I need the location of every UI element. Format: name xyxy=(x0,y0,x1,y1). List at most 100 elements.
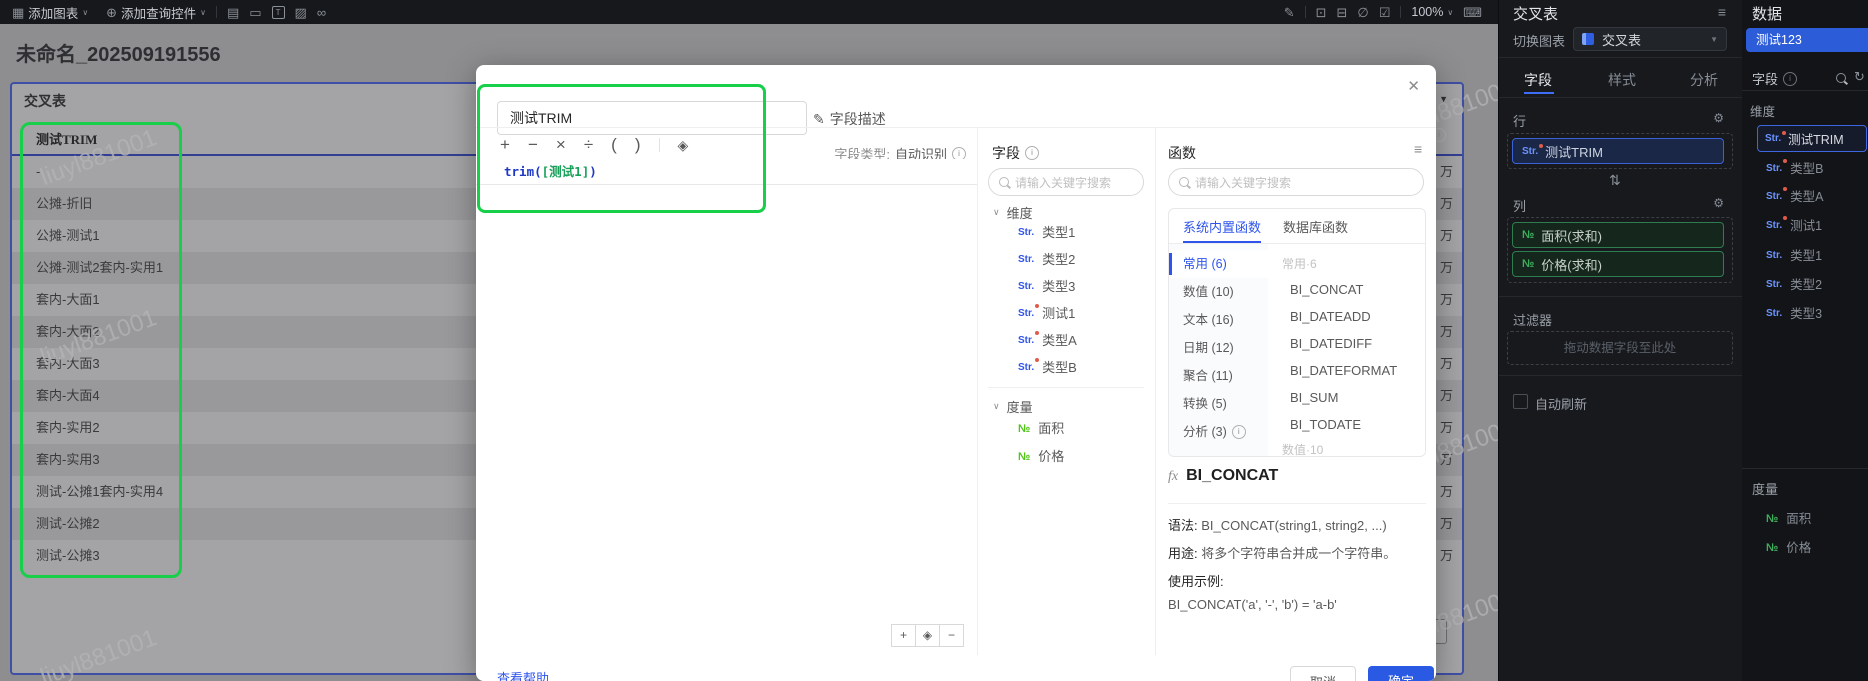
column-field-chip[interactable]: № 面积(求和) xyxy=(1512,222,1724,248)
field-item[interactable]: Str. 类型1 xyxy=(1018,225,1075,241)
formula-editor-line[interactable]: trim([测试1]) xyxy=(476,159,977,185)
formula-field-token: [测试1] xyxy=(541,164,590,179)
function-item[interactable]: BI_SUM xyxy=(1268,384,1425,411)
data-field-item[interactable]: Str. 类型B xyxy=(1766,159,1823,177)
column-field-chip[interactable]: № 价格(求和) xyxy=(1512,251,1724,277)
gear-icon[interactable]: ⚙ xyxy=(1713,111,1724,125)
chart-type-select[interactable]: 交叉表 ▼ xyxy=(1573,27,1727,51)
zoom-out-button[interactable]: − xyxy=(939,624,964,647)
calculated-string-icon: Str. xyxy=(1766,187,1788,205)
category-date[interactable]: 日期 (12) xyxy=(1169,334,1268,362)
theme-icon[interactable]: ⊟ xyxy=(1337,6,1348,19)
close-icon[interactable]: ✕ xyxy=(1407,77,1420,95)
info-icon: i xyxy=(1231,425,1246,439)
confirm-button[interactable]: 确定 xyxy=(1368,666,1434,681)
keyboard-icon[interactable]: ⌨ xyxy=(1463,6,1482,19)
field-item[interactable]: № 面积 xyxy=(1018,421,1064,437)
row-value-suffix: 万 xyxy=(1439,292,1453,307)
data-field-item[interactable]: Str. 类型A xyxy=(1766,187,1823,205)
category-convert[interactable]: 转换 (5) xyxy=(1169,390,1268,418)
category-numeric[interactable]: 数值 (10) xyxy=(1169,278,1268,306)
gear-icon[interactable]: ⚙ xyxy=(1713,196,1724,210)
cancel-button[interactable]: 取消 xyxy=(1290,666,1356,681)
add-query-control-button[interactable]: ⊕ 添加查询控件 ∨ xyxy=(106,3,206,22)
function-item[interactable]: BI_DATEADD xyxy=(1268,303,1425,330)
tab-database-functions[interactable]: 数据库函数 xyxy=(1283,217,1348,236)
usage-value: 将多个字符串合并成一个字符串。 xyxy=(1201,546,1397,561)
category-analysis[interactable]: 分析 (3) i xyxy=(1169,418,1268,446)
row-field-chip[interactable]: Str. 测试TRIM xyxy=(1512,138,1724,164)
text-icon[interactable]: T xyxy=(271,5,285,19)
open-paren-button[interactable]: ( xyxy=(611,135,617,155)
dimension-group-toggle[interactable]: ∨ 维度 xyxy=(993,203,1033,222)
multiply-operator-button[interactable]: × xyxy=(556,135,566,155)
category-text[interactable]: 文本 (16) xyxy=(1169,306,1268,334)
field-item[interactable]: Str. 类型2 xyxy=(1018,252,1075,268)
usage-label: 用途: xyxy=(1168,546,1198,561)
data-field-item[interactable]: Str. 测试1 xyxy=(1766,216,1823,234)
divider xyxy=(988,387,1144,388)
dataset-item-selected[interactable]: 测试123 xyxy=(1746,28,1868,52)
insert-table-icon[interactable]: ▤ xyxy=(227,6,239,19)
tab-analysis[interactable]: 分析 xyxy=(1690,70,1718,90)
container-icon[interactable]: ▭ xyxy=(249,6,261,19)
category-aggregate[interactable]: 聚合 (11) xyxy=(1169,362,1268,390)
search-icon xyxy=(999,177,1009,187)
calculated-field-dialog: ✕ ✎ 字段描述 + − × ÷ ( ) ◈ 字段类型: 自动识别 i trim… xyxy=(476,65,1436,681)
function-item[interactable]: BI_DATEDIFF xyxy=(1268,330,1425,357)
function-list-menu-icon[interactable]: ≡ xyxy=(1414,141,1422,157)
row-label: 套内-实用3 xyxy=(36,452,100,467)
tab-style[interactable]: 样式 xyxy=(1608,70,1636,90)
function-tabs: 系统内置函数 数据库函数 xyxy=(1169,209,1425,244)
checkbox-icon[interactable]: ☑ xyxy=(1379,6,1391,19)
tab-builtin-functions[interactable]: 系统内置函数 xyxy=(1183,217,1261,236)
collapse-panel-icon[interactable]: ≡ xyxy=(1718,4,1726,20)
data-field-item[interactable]: Str. 类型1 xyxy=(1766,248,1822,264)
data-panel: 数据 测试123 字段 i ↻ 维度 Str. 测试TRIM Str. 类型B S… xyxy=(1742,0,1868,681)
data-field-item[interactable]: № 价格 xyxy=(1766,540,1811,556)
divide-operator-button[interactable]: ÷ xyxy=(584,135,593,155)
field-label: 测试1 xyxy=(1790,219,1823,233)
data-field-item[interactable]: Str. 类型3 xyxy=(1766,306,1822,322)
measure-group-toggle[interactable]: ∨ 度量 xyxy=(993,397,1033,416)
data-field-item[interactable]: № 面积 xyxy=(1766,511,1811,527)
search-icon[interactable] xyxy=(1836,73,1846,83)
help-link[interactable]: 查看帮助 xyxy=(497,668,549,681)
data-field-item[interactable]: Str. 类型2 xyxy=(1766,277,1822,293)
image-icon[interactable]: ▨ xyxy=(295,6,307,19)
functions-search-input[interactable]: 请输入关键字搜索 xyxy=(1168,168,1424,196)
swap-rows-columns-icon[interactable]: ⇅ xyxy=(1609,172,1621,189)
auto-refresh-checkbox[interactable] xyxy=(1513,394,1528,409)
function-item[interactable]: BI_TODATE xyxy=(1268,411,1425,438)
field-item[interactable]: № 价格 xyxy=(1018,449,1064,465)
minus-operator-button[interactable]: − xyxy=(528,135,538,155)
number-type-icon: № xyxy=(1018,423,1031,435)
fields-search-input[interactable]: 请输入关键字搜索 xyxy=(988,168,1144,196)
save-icon[interactable]: ⊡ xyxy=(1316,6,1327,19)
zoom-reset-button[interactable]: ◈ xyxy=(915,624,940,647)
filter-edit-icon[interactable]: ✎ xyxy=(1284,6,1295,19)
plus-operator-button[interactable]: + xyxy=(500,135,510,155)
function-item[interactable]: BI_CONCAT xyxy=(1268,276,1425,303)
zoom-select[interactable]: 100% ∨ xyxy=(1411,5,1453,19)
field-name-input[interactable] xyxy=(497,101,807,135)
field-item[interactable]: Str. 类型B xyxy=(1018,358,1077,376)
filter-dropzone[interactable]: 拖动数据字段至此处 xyxy=(1507,331,1733,365)
number-type-icon: № xyxy=(1766,513,1779,525)
function-item[interactable]: BI_DATEFORMAT xyxy=(1268,357,1425,384)
hide-icon[interactable]: ∅ xyxy=(1357,6,1368,19)
field-item[interactable]: Str. 测试1 xyxy=(1018,304,1075,322)
category-common[interactable]: 常用 (6) xyxy=(1169,250,1268,278)
refresh-icon[interactable]: ↻ xyxy=(1854,69,1865,85)
field-item[interactable]: Str. 类型A xyxy=(1018,331,1077,349)
tab-fields[interactable]: 字段 xyxy=(1524,70,1552,90)
link-icon[interactable]: ∞ xyxy=(317,6,326,19)
data-field-item-selected[interactable]: Str. 测试TRIM xyxy=(1757,125,1867,152)
add-chart-button[interactable]: ▦ 添加图表 ∨ xyxy=(12,3,88,22)
rows-shelf: Str. 测试TRIM xyxy=(1507,133,1733,169)
zoom-in-button[interactable]: + xyxy=(891,624,916,647)
close-paren-button[interactable]: ) xyxy=(635,135,641,155)
field-item[interactable]: Str. 类型3 xyxy=(1018,279,1075,295)
insert-field-icon[interactable]: ◈ xyxy=(678,137,689,154)
field-description-button[interactable]: ✎ 字段描述 xyxy=(813,109,886,129)
